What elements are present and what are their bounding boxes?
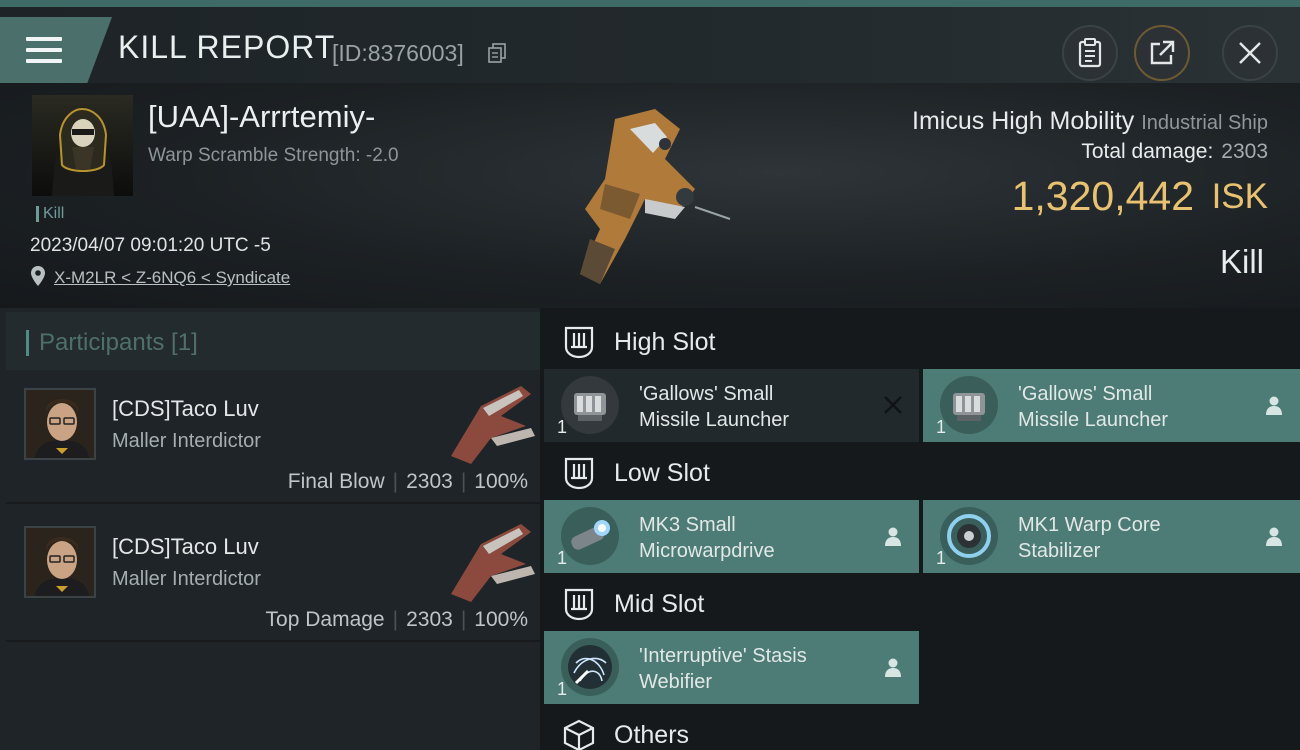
participant-row[interactable]: [CDS]Taco Luv Maller Interdictor Final B… [6,370,540,504]
participant-stats: Top Damage | 2303 | 100% [265,608,528,631]
others-header: Others [544,705,1300,750]
others-title: Others [614,720,690,749]
ship-name[interactable]: Imicus High Mobility [912,107,1134,135]
stasis-webifier-icon [561,638,619,696]
participant-percent: 100% [474,608,528,631]
module-quantity: 1 [936,417,947,437]
copy-icon[interactable] [488,43,506,63]
module-name: 'Gallows' Small Missile Launcher [1018,383,1169,431]
share-icon [1150,40,1175,65]
high-slot-header: High Slot [544,312,1300,372]
participant-role: Final Blow [287,470,385,493]
pilot-portrait [26,390,94,458]
shield-slot-icon [564,457,594,490]
total-damage: Total damage: 2303 [1081,140,1268,164]
module-name: 'Interruptive' Stasis Webifier [639,645,807,693]
mid-slot-header: Mid Slot [544,574,1300,634]
participant-row[interactable]: [CDS]Taco Luv Maller Interdictor Top Dam… [6,508,540,642]
module-item[interactable]: 1 'Gallows' Small Missile Launcher [923,369,1300,442]
person-icon [885,658,901,677]
kill-timestamp: 2023/04/07 09:01:20 UTC -5 [30,235,271,256]
module-quantity: 1 [557,417,568,437]
warp-scramble-strength: Warp Scramble Strength: -2.0 [148,145,399,166]
page-title: KILL REPORT [118,29,336,65]
module-name: MK3 Small Microwarpdrive [639,514,775,562]
menu-button[interactable] [0,17,112,83]
total-damage-label: Total damage: [1081,140,1214,163]
location-pin-icon [31,266,45,286]
participants-title: Participants [1] [26,330,198,356]
missile-launcher-icon [940,376,998,434]
header-bar: KILL REPORT [ID:8376003] [0,7,1300,83]
participant-ship: Maller Interdictor [112,568,261,590]
share-button[interactable] [1134,25,1190,81]
mid-slot-title: Mid Slot [614,589,705,618]
module-item[interactable]: 1 MK3 Small Microwarpdrive [544,500,919,573]
pilot-portrait [26,528,94,596]
clipboard-icon [1078,38,1102,68]
report-id: [ID:8376003] [332,40,464,66]
module-quantity: 1 [557,679,568,699]
ship-name-line: Imicus High Mobility Industrial Ship [912,107,1268,136]
participant-ship-image [451,386,535,464]
participant-name[interactable]: [CDS]Taco Luv [112,534,259,560]
ship-class: Industrial Ship [1141,112,1268,134]
victim-name[interactable]: [UAA]-Arrrtemiy- [148,99,375,135]
module-quantity: 1 [557,548,568,568]
clipboard-button[interactable] [1062,25,1118,81]
participant-damage: 2303 [406,608,453,631]
victim-summary: [UAA]-Arrrtemiy- Warp Scramble Strength:… [0,83,1300,308]
module-item[interactable]: 1 MK1 Warp Core Stabilizer [923,500,1300,573]
shield-slot-icon [564,588,594,621]
person-icon [885,527,901,546]
missile-launcher-icon [561,376,619,434]
location-link[interactable]: X-M2LR < Z-6NQ6 < Syndicate [54,268,290,288]
total-damage-value: 2303 [1221,140,1268,163]
helmet-portrait [52,107,114,196]
victim-avatar[interactable] [32,95,133,196]
person-icon [1266,396,1282,415]
participant-ship: Maller Interdictor [112,430,261,452]
person-icon [1266,527,1282,546]
microwarpdrive-icon [561,507,619,565]
close-icon [1239,42,1261,64]
participant-stats: Final Blow | 2303 | 100% [287,470,528,493]
participants-panel: Participants [1] [CDS]Taco Luv Maller In… [0,308,540,750]
avatar[interactable] [24,526,96,598]
result-label: Kill [1219,243,1264,280]
participant-ship-image [451,524,535,602]
destroyed-x-icon [884,396,902,414]
close-button[interactable] [1222,25,1278,81]
module-item[interactable]: 1 'Interruptive' Stasis Webifier [544,631,919,704]
cube-icon [563,719,595,750]
hamburger-icon [26,37,62,63]
high-slot-title: High Slot [614,327,716,356]
module-item[interactable]: 1 'Gallows' Small Missile Launcher [544,369,919,442]
top-accent-line [0,0,1300,7]
victim-ship-image [580,109,731,284]
participant-role: Top Damage [265,608,385,631]
fitting-panel: High Slot 1 'Gallows' Small Missile Laun… [544,308,1300,750]
module-name: MK1 Warp Core Stabilizer [1018,514,1161,562]
module-name: 'Gallows' Small Missile Launcher [639,383,790,431]
module-quantity: 1 [936,548,947,568]
isk-value: 1,320,442 [1011,173,1194,219]
low-slot-header: Low Slot [544,443,1300,503]
shield-slot-icon [564,326,594,359]
participant-percent: 100% [474,470,528,493]
kill-tag: Kill [36,206,64,222]
participant-damage: 2303 [406,470,453,493]
participant-name[interactable]: [CDS]Taco Luv [112,396,259,422]
isk-label: ISK [1211,177,1268,216]
warp-core-stabilizer-icon [940,507,998,565]
participants-header: Participants [1] [6,312,540,370]
low-slot-title: Low Slot [614,458,710,487]
avatar[interactable] [24,388,96,460]
